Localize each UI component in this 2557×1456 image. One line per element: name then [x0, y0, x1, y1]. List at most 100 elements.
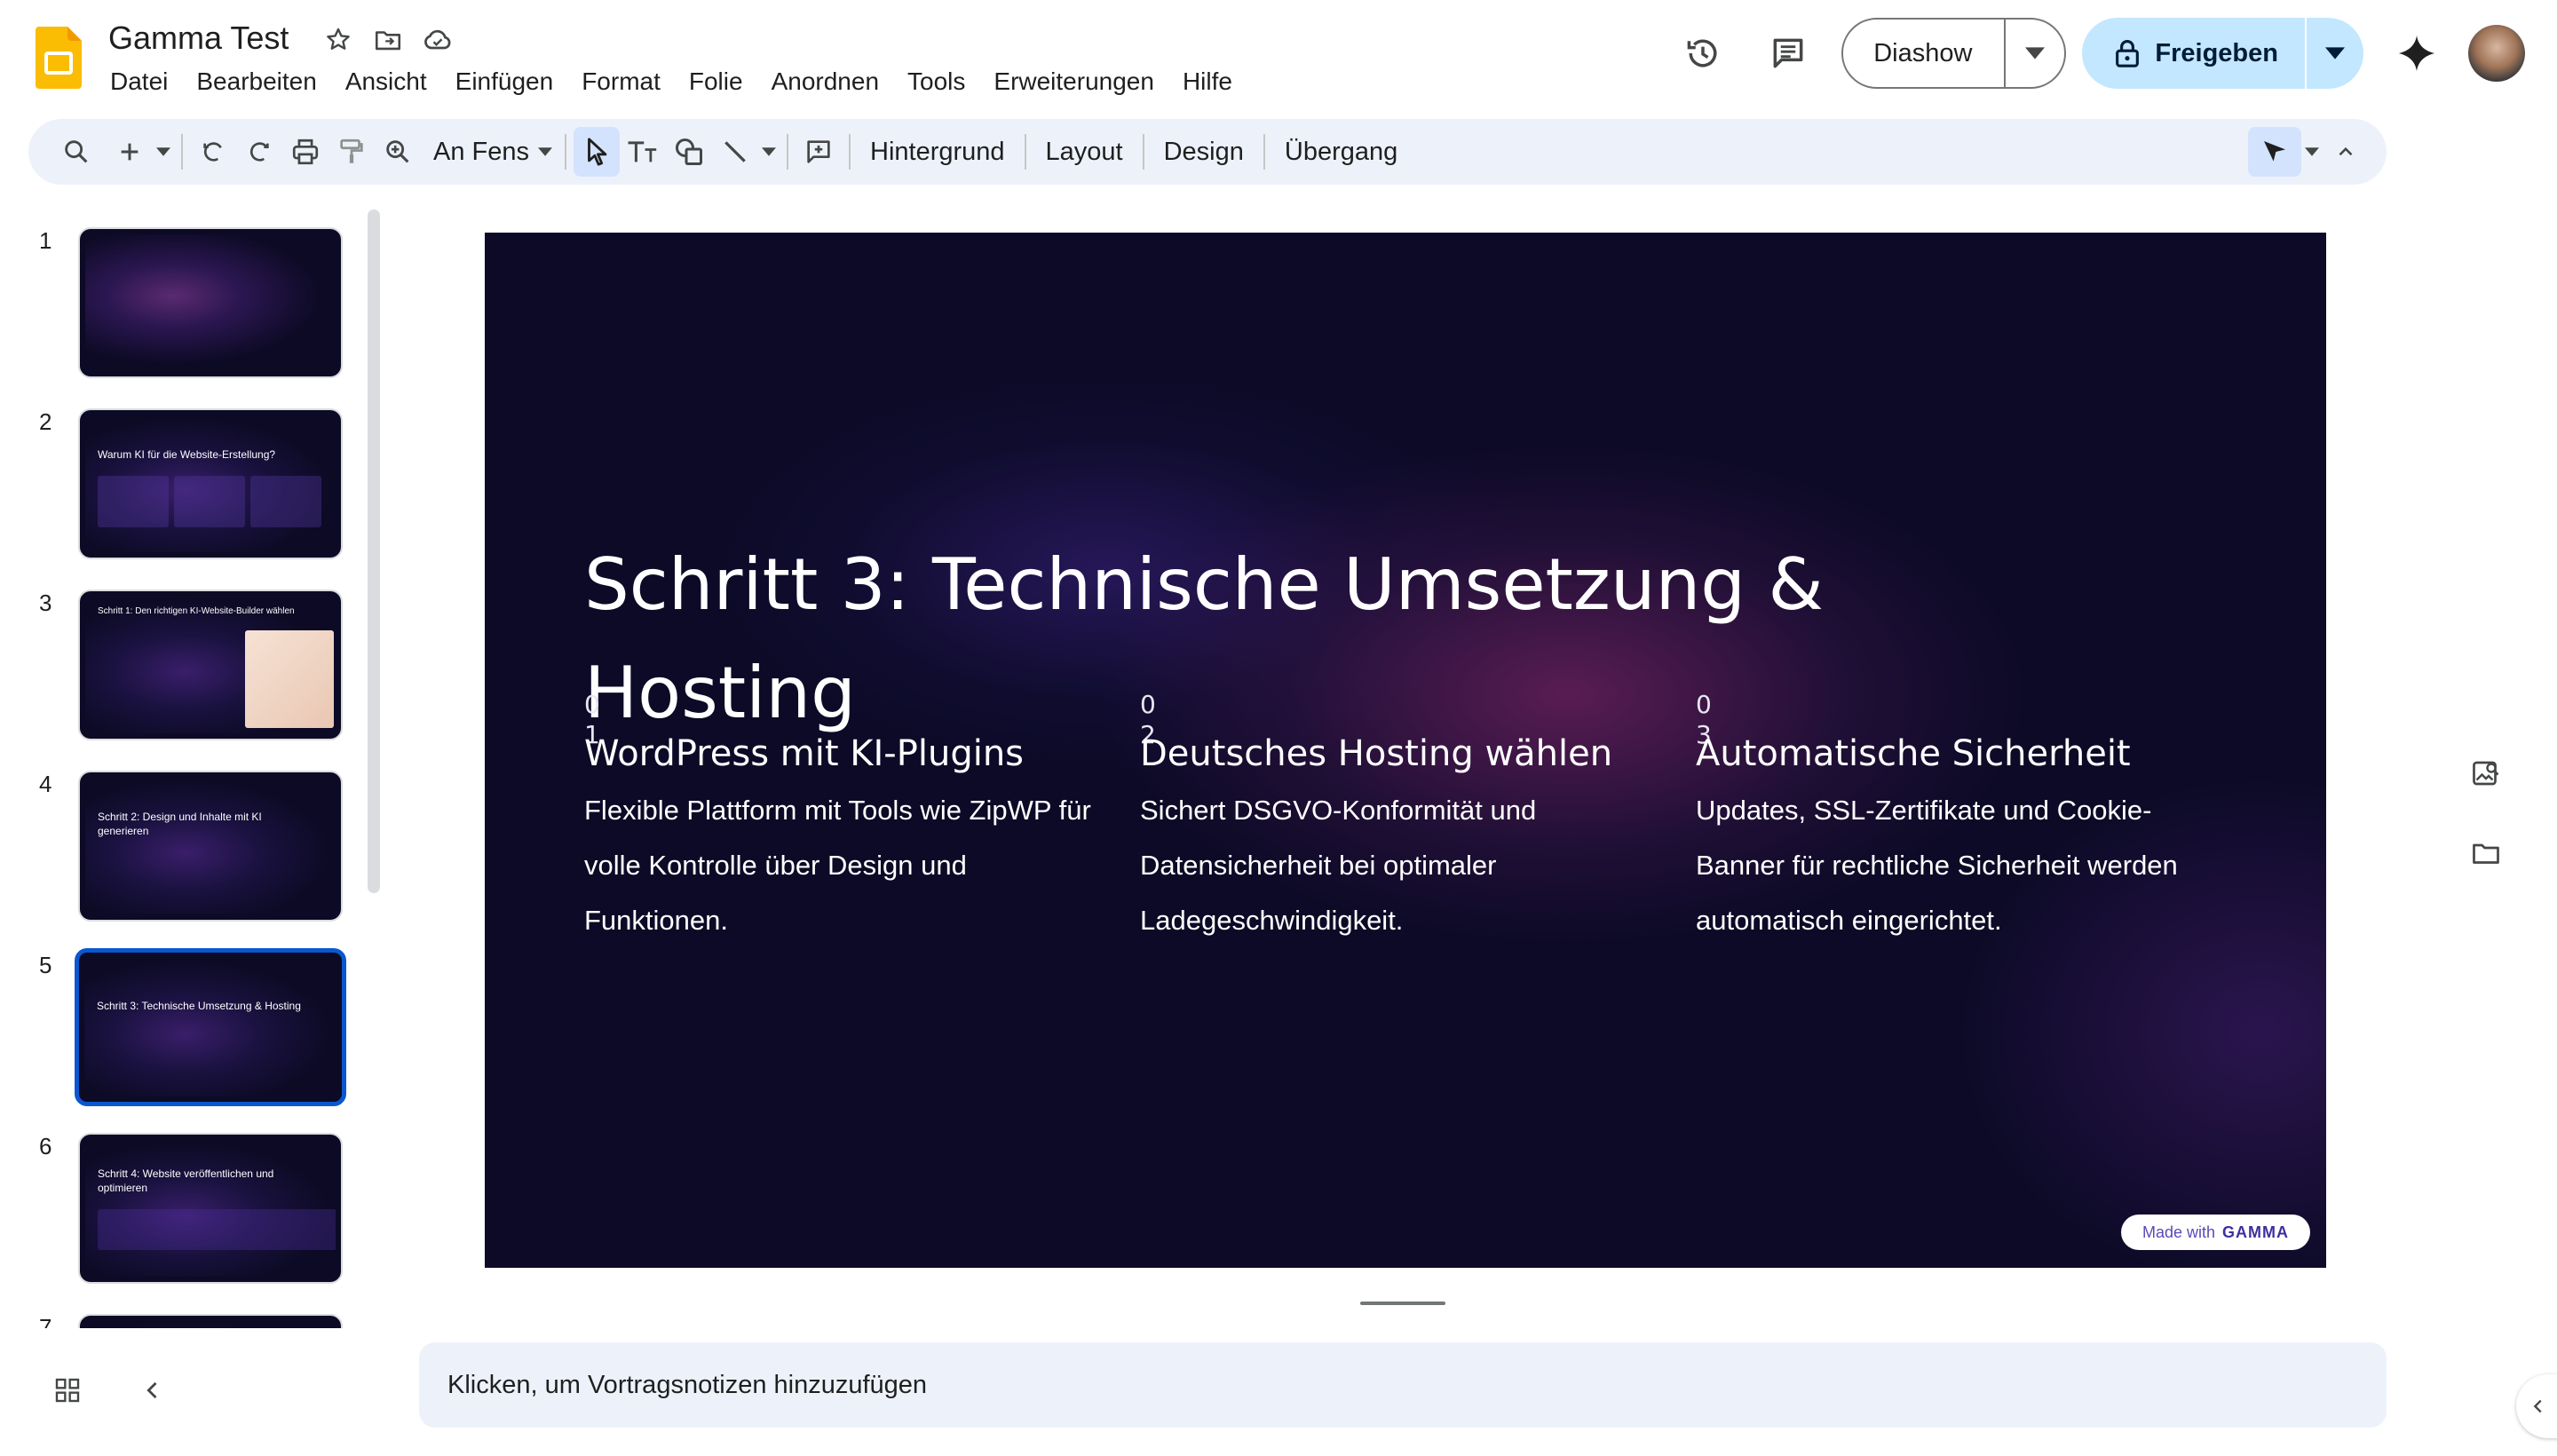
slide-number: 7 [39, 1314, 52, 1328]
redo-icon[interactable] [236, 127, 282, 177]
gamma-logo: GAMMA [2222, 1223, 2289, 1241]
toolbar-divider [787, 134, 788, 170]
pointer-mode-icon[interactable] [2248, 127, 2301, 177]
user-avatar[interactable] [2468, 25, 2525, 82]
move-to-folder-icon[interactable] [371, 23, 405, 57]
slide-number: 3 [39, 590, 52, 616]
menu-bearbeiten[interactable]: Bearbeiten [182, 64, 330, 99]
design-button[interactable]: Design [1152, 127, 1256, 177]
menu-anordnen[interactable]: Anordnen [757, 64, 893, 99]
filmstrip-item[interactable]: 1 [0, 210, 391, 378]
line-tool-icon[interactable] [712, 127, 758, 177]
menubar: Datei Bearbeiten Ansicht Einfügen Format… [96, 64, 1247, 99]
slides-logo-icon[interactable] [36, 27, 82, 89]
column-number: 1 [584, 720, 600, 749]
layout-button[interactable]: Layout [1033, 127, 1136, 177]
speaker-notes[interactable]: Klicken, um Vortragsnotizen hinzuzufügen [419, 1342, 2387, 1428]
slide-thumbnail[interactable] [78, 227, 343, 378]
slideshow-button[interactable]: Diashow [1843, 20, 2004, 87]
menu-folie[interactable]: Folie [675, 64, 757, 99]
menu-hilfe[interactable]: Hilfe [1168, 64, 1247, 99]
image-search-icon[interactable] [2459, 747, 2513, 800]
version-history-icon[interactable] [1676, 27, 1730, 80]
column-heading: Automatische Sicherheit [1696, 733, 2131, 774]
collapse-filmstrip-chevron-left-icon[interactable] [133, 1371, 172, 1410]
search-menus-icon[interactable] [53, 127, 99, 177]
share-button-group: Freigeben [2082, 18, 2363, 89]
filmstrip-item[interactable]: 4 Schritt 2: Design und Inhalte mit KI g… [0, 753, 391, 922]
zoom-icon[interactable] [375, 127, 421, 177]
slide-column-1[interactable]: 0 1 WordPress mit KI-Plugins Flexible Pl… [584, 687, 1117, 948]
new-slide-plus-icon[interactable] [107, 127, 153, 177]
filmstrip-scrollbar[interactable] [368, 210, 380, 893]
slide-thumbnail[interactable]: Schritt 1: Den richtigen KI-Website-Buil… [78, 590, 343, 740]
transition-button[interactable]: Übergang [1272, 127, 1410, 177]
caret-down-icon [2325, 47, 2345, 59]
filmstrip-item[interactable]: 2 Warum KI für die Website-Erstellung? [0, 391, 391, 559]
column-body: Flexible Plattform mit Tools wie ZipWP f… [584, 795, 1091, 936]
menu-format[interactable]: Format [567, 64, 675, 99]
slide-thumbnail[interactable]: Schritt 3: Technische Umsetzung & Hostin… [75, 948, 346, 1106]
pointer-mode-dropdown[interactable] [2301, 127, 2323, 177]
toolbar-divider [849, 134, 851, 170]
share-dropdown[interactable] [2305, 18, 2363, 89]
column-number: 2 [1140, 720, 1156, 749]
shape-icon[interactable] [666, 127, 712, 177]
new-slide-dropdown[interactable] [153, 127, 174, 177]
menu-ansicht[interactable]: Ansicht [331, 64, 441, 99]
menu-datei[interactable]: Datei [96, 64, 182, 99]
zoom-select[interactable]: An Fens [421, 127, 558, 177]
filmstrip-item[interactable]: 3 Schritt 1: Den richtigen KI-Website-Bu… [0, 572, 391, 740]
filmstrip-item[interactable]: 7 [0, 1296, 391, 1328]
share-button[interactable]: Freigeben [2082, 18, 2305, 89]
filmstrip-item-selected[interactable]: 5 Schritt 3: Technische Umsetzung & Host… [0, 934, 391, 1106]
made-with-label: Made with [2141, 1223, 2215, 1241]
cloud-saved-icon[interactable] [421, 23, 455, 57]
slide-column-2[interactable]: 0 2 Deutsches Hosting wählen Sichert DSG… [1140, 687, 1673, 948]
notes-resize-handle[interactable] [1360, 1302, 1445, 1305]
slide-thumbnail-title: Schritt 4: Website veröffentlichen und o… [98, 1167, 274, 1195]
lock-icon [2116, 40, 2140, 67]
slide-number: 2 [39, 408, 52, 435]
select-tool-cursor-icon[interactable] [574, 127, 620, 177]
column-heading: Deutsches Hosting wählen [1140, 733, 1613, 774]
slideshow-dropdown[interactable] [2004, 20, 2064, 87]
document-title[interactable]: Gamma Test [108, 20, 289, 57]
menu-erweiterungen[interactable]: Erweiterungen [979, 64, 1168, 99]
add-comment-icon[interactable] [796, 127, 842, 177]
slide-thumbnail[interactable]: Warum KI für die Website-Erstellung? [78, 408, 343, 559]
toolbar-divider [181, 134, 183, 170]
collapse-toolbar-chevron-up-icon[interactable] [2323, 127, 2369, 177]
toolbar: An Fens Hintergrund Layout Design Überga… [28, 119, 2387, 185]
slideshow-button-group: Diashow [1841, 18, 2067, 89]
background-button[interactable]: Hintergrund [858, 127, 1017, 177]
paint-format-icon[interactable] [329, 127, 375, 177]
slide-thumbnail-title: Schritt 3: Technische Umsetzung & Hostin… [97, 1000, 301, 1012]
made-with-gamma-badge[interactable]: Made with GAMMA [2120, 1215, 2310, 1250]
expand-side-panel-button[interactable] [2516, 1374, 2557, 1438]
filmstrip-item[interactable]: 6 Schritt 4: Website veröffentlichen und… [0, 1115, 391, 1284]
caret-down-icon [538, 147, 552, 156]
print-icon[interactable] [282, 127, 329, 177]
column-heading: WordPress mit KI-Plugins [584, 733, 1025, 774]
slide-thumbnail[interactable]: Schritt 2: Design und Inhalte mit KI gen… [78, 771, 343, 922]
column-number: 3 [1696, 720, 1712, 749]
line-tool-dropdown[interactable] [758, 127, 780, 177]
menu-einfuegen[interactable]: Einfügen [441, 64, 568, 99]
folder-icon[interactable] [2459, 827, 2513, 880]
comments-icon[interactable] [1761, 27, 1815, 80]
toolbar-divider [1024, 134, 1026, 170]
slide-thumbnail-title: Schritt 2: Design und Inhalte mit KI gen… [98, 811, 262, 838]
slide-canvas[interactable]: Schritt 3: Technische Umsetzung & Hostin… [485, 233, 2326, 1268]
undo-icon[interactable] [190, 127, 236, 177]
gemini-sparkle-icon[interactable] [2388, 25, 2445, 82]
menu-tools[interactable]: Tools [893, 64, 979, 99]
star-icon[interactable] [321, 23, 355, 57]
grid-view-icon[interactable] [48, 1371, 87, 1410]
slide-thumbnail[interactable]: Schritt 4: Website veröffentlichen und o… [78, 1133, 343, 1284]
slide-thumbnail[interactable] [78, 1314, 343, 1328]
text-box-icon[interactable] [620, 127, 666, 177]
slide-column-3[interactable]: 0 3 Automatische Sicherheit Updates, SSL… [1696, 687, 2228, 948]
side-panel [2447, 733, 2525, 893]
chevron-left-icon [2533, 1399, 2542, 1413]
